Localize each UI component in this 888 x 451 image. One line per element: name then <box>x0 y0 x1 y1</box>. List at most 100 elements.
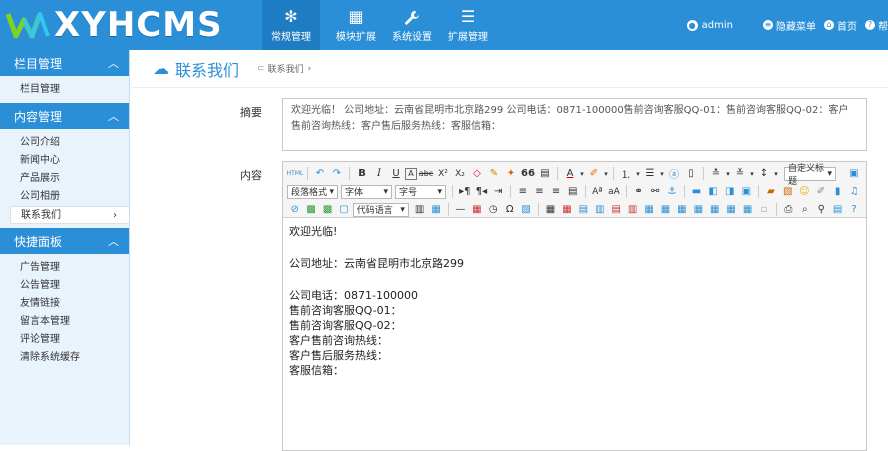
fullscreen-icon[interactable]: ▣ <box>846 166 862 181</box>
indent-icon[interactable]: ⇥ <box>490 184 506 199</box>
row-spacing-top-icon[interactable]: ≛ <box>708 166 724 181</box>
rtl-icon[interactable]: ¶◂ <box>474 184 490 199</box>
uppercase-icon[interactable]: Aª <box>589 184 605 199</box>
code-language-select[interactable]: 代码语言 ▾ <box>352 202 409 217</box>
sidebar-item-announcements[interactable]: 公告管理 <box>0 277 129 295</box>
image-right-icon[interactable]: ◨ <box>722 184 738 199</box>
font-size-select[interactable]: 字号 ▾ <box>395 184 447 199</box>
ltr-icon[interactable]: ▸¶ <box>457 184 473 199</box>
row-spacing-bottom-icon[interactable]: ≚ <box>732 166 748 181</box>
date-icon[interactable]: ▦ <box>469 202 484 217</box>
sidebar-section-quick-header[interactable]: 快捷面板 ︿ <box>0 228 129 254</box>
font-family-select[interactable]: 字体 ▾ <box>341 184 393 199</box>
time-icon[interactable]: ◷ <box>486 202 501 217</box>
lowercase-icon[interactable]: aA <box>606 184 622 199</box>
image-center-icon[interactable]: ▣ <box>739 184 755 199</box>
table-sort-icon[interactable]: ▫ <box>756 202 771 217</box>
logo[interactable]: XYHCMS <box>0 0 250 50</box>
page-break-icon[interactable]: ▥ <box>412 202 427 217</box>
map-icon[interactable]: ▩ <box>303 202 318 217</box>
special-char-icon[interactable]: Ω <box>502 202 517 217</box>
superscript-icon[interactable]: X² <box>435 166 451 181</box>
insert-table-icon[interactable]: ▦ <box>543 202 558 217</box>
redo-icon[interactable]: ↷ <box>329 166 345 181</box>
sidebar-item-links[interactable]: 友情链接 <box>0 295 129 313</box>
wordimage-icon[interactable]: ▧ <box>518 202 533 217</box>
topnav-item-settings[interactable]: 系统设置 <box>384 0 440 50</box>
strikethrough-icon[interactable]: abc <box>418 166 434 181</box>
select-all-icon[interactable]: ⓐ <box>666 166 682 181</box>
align-justify-icon[interactable]: ▤ <box>565 184 581 199</box>
chevron-down-icon[interactable]: ▾ <box>603 166 609 181</box>
bold-icon[interactable]: B <box>354 166 370 181</box>
gmap-icon[interactable]: ▩ <box>320 202 335 217</box>
topnav-item-modules[interactable]: ▦ 模块扩展 <box>328 0 384 50</box>
chevron-down-icon[interactable]: ▾ <box>659 166 665 181</box>
music-icon[interactable]: ♫ <box>846 184 862 199</box>
sidebar-item-album[interactable]: 公司相册 <box>0 188 129 206</box>
font-border-icon[interactable]: A <box>405 167 417 180</box>
delete-row-icon[interactable]: ▤ <box>608 202 623 217</box>
link-icon[interactable]: ⚭ <box>631 184 647 199</box>
sidebar-item-ads[interactable]: 广告管理 <box>0 259 129 277</box>
insert-image-icon[interactable]: ▧ <box>780 184 796 199</box>
insert-row-icon[interactable]: ▤ <box>576 202 591 217</box>
chevron-down-icon[interactable]: ▾ <box>725 166 731 181</box>
topnav-item-general[interactable]: ✻ 常规管理 <box>262 0 320 50</box>
sidebar-item-column-manage[interactable]: 栏目管理 <box>0 81 129 99</box>
format-brush-icon[interactable]: ✎ <box>486 166 502 181</box>
template-icon[interactable]: ▦ <box>428 202 443 217</box>
help-icon[interactable]: ? <box>846 202 861 217</box>
image-left-icon[interactable]: ◧ <box>705 184 721 199</box>
split-cells-icon[interactable]: ▦ <box>641 202 656 217</box>
eraser-icon[interactable]: ◇ <box>469 166 485 181</box>
unordered-list-icon[interactable]: ☰ <box>642 166 658 181</box>
insert-col-icon[interactable]: ▥ <box>592 202 607 217</box>
html-source-icon[interactable]: HTML <box>287 166 304 181</box>
topnav-item-extensions[interactable]: ☰ 扩展管理 <box>440 0 496 50</box>
chevron-down-icon[interactable]: ▾ <box>579 166 585 181</box>
sidebar-item-comments[interactable]: 评论管理 <box>0 331 129 349</box>
sidebar-item-guestbook[interactable]: 留言本管理 <box>0 313 129 331</box>
sidebar-item-company-intro[interactable]: 公司介绍 <box>0 134 129 152</box>
split-cols-icon[interactable]: ▦ <box>723 202 738 217</box>
home-link[interactable]: ⌂ 首页 <box>824 18 857 33</box>
unlink-icon[interactable]: ⚯ <box>647 184 663 199</box>
undo-icon[interactable]: ↶ <box>312 166 328 181</box>
editor-content-area[interactable]: 欢迎光临! 公司地址：云南省昆明市北京路299 公司电话：0871-100000… <box>283 218 866 384</box>
align-left-icon[interactable]: ≡ <box>515 184 531 199</box>
breadcrumb-item[interactable]: 联系我们 <box>268 62 304 75</box>
align-right-icon[interactable]: ≡ <box>548 184 564 199</box>
insert-video-icon[interactable]: ▮ <box>830 184 846 199</box>
blockquote-icon[interactable]: 66 <box>520 166 536 181</box>
scrawl-icon[interactable]: ✐ <box>813 184 829 199</box>
drafts-icon[interactable]: ▤ <box>830 202 845 217</box>
sidebar-item-contact[interactable]: 联系我们 › <box>10 206 129 224</box>
font-color-icon[interactable]: A <box>562 166 578 181</box>
delete-col-icon[interactable]: ▥ <box>625 202 640 217</box>
highlight-color-icon[interactable]: ✐ <box>586 166 602 181</box>
line-height-icon[interactable]: ↕ <box>756 166 772 181</box>
horizontal-rule-icon[interactable]: — <box>453 202 468 217</box>
paste-text-icon[interactable]: ▤ <box>537 166 553 181</box>
user-menu[interactable]: ● admin <box>686 19 733 31</box>
chevron-down-icon[interactable]: ▾ <box>773 166 779 181</box>
sidebar-item-clear-cache[interactable]: 清除系统缓存 <box>0 349 129 367</box>
clear-doc-icon[interactable]: ▯ <box>683 166 699 181</box>
help-link[interactable]: ? 帮 <box>865 18 888 33</box>
sidebar-item-news[interactable]: 新闻中心 <box>0 152 129 170</box>
delete-table-icon[interactable]: ▦ <box>559 202 574 217</box>
charts-icon[interactable]: ▦ <box>740 202 755 217</box>
preview-icon[interactable]: ⌕ <box>797 202 812 217</box>
simple-upload-icon[interactable]: ▰ <box>763 184 779 199</box>
merge-down-icon[interactable]: ▦ <box>691 202 706 217</box>
search-replace-icon[interactable]: ⚲ <box>814 202 829 217</box>
ordered-list-icon[interactable]: ⒈ <box>618 166 634 181</box>
sidebar-section-content-header[interactable]: 内容管理 ︿ <box>0 103 129 129</box>
hide-menu-link[interactable]: ≡ 隐藏菜单 <box>763 18 816 33</box>
align-center-icon[interactable]: ≡ <box>532 184 548 199</box>
underline-icon[interactable]: U <box>388 166 404 181</box>
anchor-icon[interactable]: ⚓ <box>664 184 680 199</box>
print-icon[interactable]: ⎙ <box>781 202 796 217</box>
attachment-icon[interactable]: ⊘ <box>287 202 302 217</box>
